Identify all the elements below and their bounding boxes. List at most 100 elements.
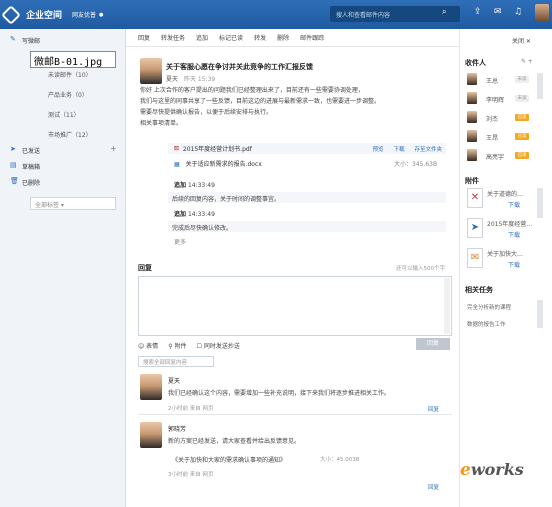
download-link[interactable]: 下载 <box>508 200 520 209</box>
reply-button[interactable]: 回复 <box>138 33 150 42</box>
append-button[interactable]: 追加 <box>196 33 208 42</box>
more-link[interactable]: 更多 <box>174 237 186 246</box>
doc-file-icon[interactable]: ➤ <box>467 218 483 238</box>
tag-select[interactable]: 全部标签 ▾ <box>30 197 116 210</box>
comment-divider <box>138 414 452 415</box>
track-button[interactable]: 邮件跟踪 <box>300 33 324 42</box>
sidebar-item-deleted[interactable]: 已删除 <box>22 178 40 187</box>
reply-options: ☺ 表情 ⚲ 附件 ☐ 同时发送抄送 <box>138 341 240 350</box>
comment-attachment-size: 大小：45.003B <box>320 457 360 463</box>
org-switcher[interactable]: 网友优普 <box>72 10 96 19</box>
comment-reply-link[interactable]: 回复 <box>428 483 439 491</box>
forward-button[interactable]: 转发 <box>254 33 266 42</box>
recipient-avatar[interactable] <box>467 130 477 142</box>
sidebar-item-unread[interactable]: 未读邮件（10） <box>48 70 92 79</box>
append-header: 追加 14:33:49 <box>174 180 215 189</box>
cc-label: 同时发送抄送 <box>203 343 240 350</box>
attach-label: 附件 <box>174 343 187 350</box>
file-name[interactable]: 关于加快大… <box>487 249 523 258</box>
comment-search-input[interactable]: 搜索全部回复内容 <box>138 356 214 367</box>
doc-icon: ▦ <box>174 161 180 168</box>
sidebar-item-sent[interactable]: 已发送 <box>22 146 40 155</box>
search-input[interactable]: 搜人和查看邮件内容 <box>330 6 460 22</box>
attach-button[interactable]: ⚲ 附件 <box>168 341 186 350</box>
file-name[interactable]: 2015年度经营… <box>487 219 532 228</box>
message-toolbar: 回复 转发任务 追加 标记已读 转发 删除 邮件跟踪 <box>126 29 459 47</box>
pdf-icon: ⛾ <box>174 144 179 152</box>
task-item[interactable]: 数据的报告工作 <box>467 320 506 328</box>
comment-text: 我们已经确认这个内容，需要增加一些补充说明，接下来我们将逐步推进相关工作。 <box>168 390 391 397</box>
comment-avatar[interactable] <box>140 422 162 448</box>
tasks-title: 相关任务 <box>465 286 493 294</box>
recipient-avatar[interactable] <box>467 92 477 104</box>
delete-button[interactable]: 删除 <box>277 33 289 42</box>
recipient-name[interactable]: 高亮宇 <box>486 152 504 161</box>
save-to-folder-link[interactable]: 存至文件夹 <box>414 145 442 153</box>
append-time: 14:33:49 <box>187 182 215 189</box>
download-link[interactable]: 下载 <box>508 230 520 239</box>
emoji-button[interactable]: ☺ 表情 <box>138 341 158 350</box>
comment-reply-link[interactable]: 回复 <box>428 405 439 413</box>
compose-icon: ✎ <box>10 35 16 43</box>
files-scrollbar[interactable] <box>537 188 543 218</box>
share-icon[interactable]: ⇪ <box>474 7 482 17</box>
message-sender[interactable]: 夏天 昨天 15:39 <box>166 74 215 83</box>
cc-checkbox[interactable]: ☐ 同时发送抄送 <box>197 341 240 350</box>
sidebar-item-compose[interactable]: 写微邮 <box>22 36 40 45</box>
attachment-name[interactable]: 关于适应新需求的报告.docx <box>186 161 262 168</box>
attachment-row[interactable]: ⛾ 2015年度经营计划书.pdf 预览 下载 存至文件夹 <box>168 143 446 154</box>
sender-avatar[interactable] <box>140 58 162 84</box>
file-name-label: 微邮B-01.jpg <box>30 51 116 68</box>
sidebar-item-product[interactable]: 产品业务（0） <box>48 90 88 99</box>
tasks-scrollbar[interactable] <box>537 300 543 328</box>
add-icon[interactable]: + <box>110 144 117 153</box>
recipient-avatar[interactable] <box>467 149 477 161</box>
char-limit: 还可以输入500个字 <box>396 266 445 272</box>
bell-icon[interactable]: ♫ <box>514 7 522 17</box>
scrollbar[interactable] <box>444 278 450 334</box>
forward-task-button[interactable]: 转发任务 <box>161 33 185 42</box>
comment-meta: 3小时前 来自 网页 <box>168 472 214 478</box>
sidebar-item-marketing[interactable]: 市场推广（12） <box>48 130 92 139</box>
attachment-row-2[interactable]: ▦ 关于适应新需求的报告.docx 大小：345.63B <box>174 159 437 168</box>
recipient-name[interactable]: 李明辉 <box>486 95 504 104</box>
download-link[interactable]: 下载 <box>393 145 404 153</box>
download-link[interactable]: 下载 <box>508 260 520 269</box>
pdf-file-icon[interactable]: ✕ <box>467 188 483 208</box>
file-name[interactable]: 关于道德的… <box>487 189 523 198</box>
comment-attachment[interactable]: 《关于加快和大家的需求确认事项的通知》 <box>172 455 286 464</box>
recipients-scrollbar[interactable] <box>537 73 543 99</box>
reply-textarea[interactable] <box>138 276 452 336</box>
edit-icon[interactable]: ✎ + <box>521 58 533 65</box>
recipient-avatar[interactable] <box>467 111 477 123</box>
sender-name[interactable]: 夏天 <box>166 76 178 83</box>
append-user: 追加 <box>174 211 187 218</box>
status-badge: 未读 <box>515 76 529 83</box>
recipient-name[interactable]: 刘杰 <box>486 114 498 123</box>
task-item[interactable]: 完全分析新的课程 <box>467 303 511 311</box>
comment-author[interactable]: 郭晓芳 <box>168 424 186 433</box>
message-date: 昨天 15:39 <box>184 76 216 83</box>
ppt-file-icon[interactable]: ✉ <box>467 248 483 268</box>
message-icon[interactable]: ✉ <box>494 7 502 17</box>
chevron-down-icon[interactable]: ● <box>99 12 103 18</box>
attachment-name[interactable]: 2015年度经营计划书.pdf <box>183 144 252 153</box>
comment-avatar[interactable] <box>140 374 162 400</box>
sidebar-item-test[interactable]: 测试（11） <box>48 110 80 119</box>
search-icon[interactable]: ⌕ <box>442 7 446 17</box>
user-avatar[interactable] <box>535 4 549 22</box>
recipient-name[interactable]: 王昂 <box>486 133 498 142</box>
preview-link[interactable]: 预览 <box>372 145 383 153</box>
send-reply-button[interactable]: 回复 <box>416 338 450 350</box>
comment-author[interactable]: 夏天 <box>168 376 180 385</box>
emoji-label: 表情 <box>146 343 159 350</box>
sidebar-item-drafts[interactable]: 草稿箱 <box>22 162 40 171</box>
body-line: 需要尽快提供确认报告，以便于后续安排与执行。 <box>140 109 273 116</box>
recipient-name[interactable]: 王总 <box>486 76 498 85</box>
append-text: 完成后尽快确认修改。 <box>168 221 446 232</box>
recipient-avatar[interactable] <box>467 73 477 85</box>
draft-icon: ▤ <box>10 161 17 169</box>
close-button[interactable]: 关闭 ✕ <box>512 36 531 45</box>
message-subject: 关于客服心愿在争讨并关此竞争的工作汇报反馈 <box>166 63 313 71</box>
mark-read-button[interactable]: 标记已读 <box>219 33 243 42</box>
